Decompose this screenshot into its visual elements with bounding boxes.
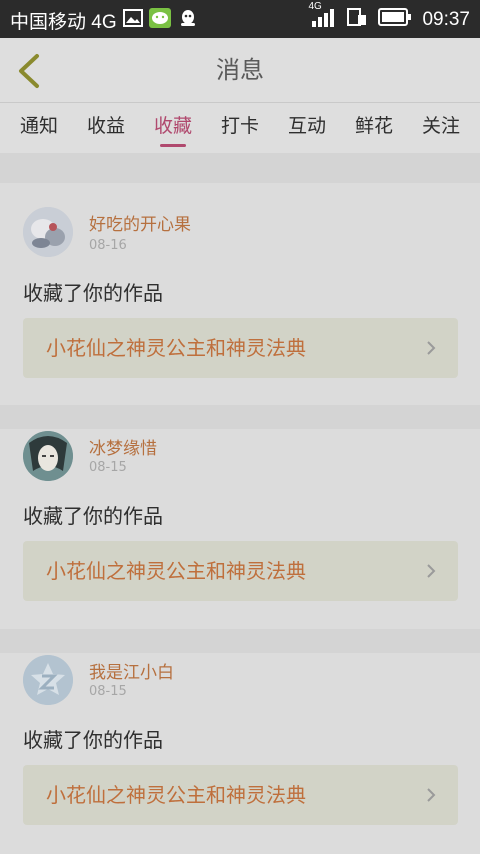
username[interactable]: 冰梦缘惜 <box>89 434 157 459</box>
active-tab-indicator <box>160 144 186 147</box>
tab-label: 收藏 <box>153 115 192 137</box>
tab-flowers[interactable]: 鲜花 <box>344 103 404 153</box>
list-spacer <box>0 405 480 429</box>
qq-icon <box>177 8 199 34</box>
wechat-icon <box>148 7 171 34</box>
message-text: 收藏了你的作品 <box>23 281 163 305</box>
tab-favorites[interactable]: 收藏 <box>143 103 203 153</box>
status-bar: 中国移动 4G 4G 09:37 <box>0 0 480 38</box>
back-chevron-icon <box>19 54 39 88</box>
tab-label: 打卡 <box>220 115 259 137</box>
status-right: 4G 09:37 <box>308 1 470 33</box>
tab-label: 互动 <box>287 115 326 137</box>
avatar[interactable] <box>23 207 73 257</box>
message-card: 我是江小白 08-15 收藏了你的作品 小花仙之神灵公主和神灵法典 <box>0 653 480 854</box>
tab-bar: 通知 收益 收藏 打卡 互动 鲜花 关注 <box>0 102 480 154</box>
title-bar: 消息 <box>0 38 480 102</box>
work-title: 小花仙之神灵公主和神灵法典 <box>46 783 306 807</box>
tab-earnings[interactable]: 收益 <box>76 103 136 153</box>
tab-checkin[interactable]: 打卡 <box>210 103 270 153</box>
avatar[interactable] <box>23 431 73 481</box>
message-text: 收藏了你的作品 <box>23 728 163 752</box>
page-title: 消息 <box>216 56 264 84</box>
status-left: 中国移动 4G <box>10 7 199 34</box>
clock: 09:37 <box>422 9 470 30</box>
list-spacer <box>0 153 480 183</box>
carrier-label: 中国移动 4G <box>10 12 117 33</box>
work-link[interactable]: 小花仙之神灵公主和神灵法典 <box>23 318 458 378</box>
work-title: 小花仙之神灵公主和神灵法典 <box>46 559 306 583</box>
tab-label: 关注 <box>421 115 460 137</box>
tab-label: 通知 <box>19 115 58 137</box>
signal-icon: 4G <box>308 1 336 33</box>
work-link[interactable]: 小花仙之神灵公主和神灵法典 <box>23 765 458 825</box>
chevron-right-icon <box>427 564 436 578</box>
tab-notifications[interactable]: 通知 <box>9 103 69 153</box>
sim-icon <box>346 7 368 33</box>
message-date: 08-15 <box>89 460 127 475</box>
message-card: 好吃的开心果 08-16 收藏了你的作品 小花仙之神灵公主和神灵法典 <box>0 183 480 405</box>
network-badge: 4G <box>308 1 322 12</box>
message-date: 08-16 <box>89 238 127 253</box>
message-date: 08-15 <box>89 684 127 699</box>
gallery-icon <box>122 8 143 34</box>
message-card: 冰梦缘惜 08-15 收藏了你的作品 小花仙之神灵公主和神灵法典 <box>0 429 480 629</box>
chevron-right-icon <box>427 341 436 355</box>
avatar[interactable] <box>23 655 73 705</box>
message-text: 收藏了你的作品 <box>23 504 163 528</box>
tab-label: 鲜花 <box>354 115 393 137</box>
chevron-right-icon <box>427 788 436 802</box>
username[interactable]: 好吃的开心果 <box>89 210 191 235</box>
tab-follows[interactable]: 关注 <box>411 103 471 153</box>
battery-icon <box>378 8 412 32</box>
list-spacer <box>0 629 480 653</box>
work-link[interactable]: 小花仙之神灵公主和神灵法典 <box>23 541 458 601</box>
tab-label: 收益 <box>86 115 125 137</box>
back-button[interactable] <box>12 51 48 91</box>
tab-interactions[interactable]: 互动 <box>277 103 337 153</box>
work-title: 小花仙之神灵公主和神灵法典 <box>46 336 306 360</box>
username[interactable]: 我是江小白 <box>89 658 174 683</box>
